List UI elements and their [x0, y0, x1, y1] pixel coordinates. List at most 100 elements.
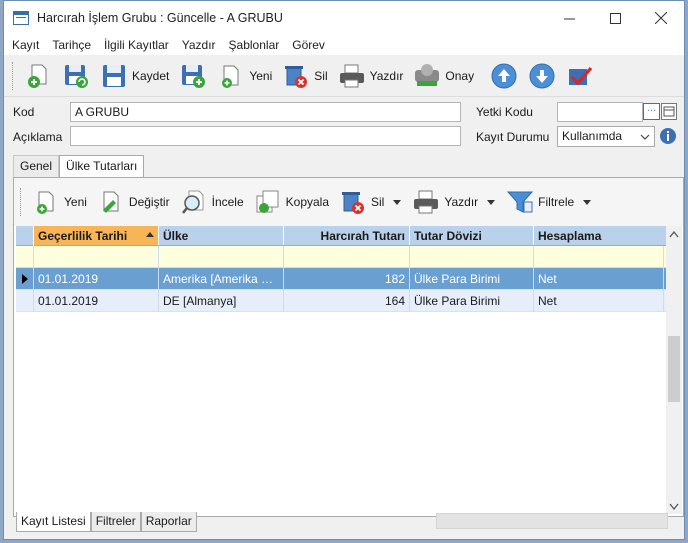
scroll-down-icon	[669, 503, 679, 510]
grid-delete-label: Sil	[371, 195, 385, 209]
grid-delete-button[interactable]: Sil	[339, 185, 402, 219]
cell-date[interactable]: 01.01.2019	[34, 267, 159, 290]
grid-print-button[interactable]: Yazdır	[412, 185, 496, 219]
dropdown-arrow-icon	[393, 200, 402, 205]
grid-toolbar: Yeni Değiştir İncele Kopyala Sil Yazdır …	[14, 178, 683, 226]
cell-country[interactable]: DE [Almanya]	[159, 289, 284, 312]
edit-page-icon	[102, 191, 119, 213]
cell-amount[interactable]: 182	[284, 267, 410, 290]
menu-gorev[interactable]: Görev	[292, 38, 325, 52]
grid-new-button[interactable]: Yeni	[32, 185, 87, 219]
grid-copy-button[interactable]: Kopyala	[254, 185, 329, 219]
table-row[interactable]: 01.01.2019 Amerika [Amerika Bi... 182 Ül…	[16, 267, 668, 290]
check-button[interactable]	[566, 59, 594, 93]
table-row[interactable]: 01.01.2019 DE [Almanya] 164 Ülke Para Bi…	[16, 289, 668, 312]
approve-label: Onay	[445, 68, 475, 83]
close-icon	[655, 12, 667, 24]
grid-inspect-button[interactable]: İncele	[180, 185, 244, 219]
next-record-button[interactable]	[528, 59, 556, 93]
menu-sablonlar[interactable]: Şablonlar	[229, 38, 280, 52]
save-refresh-icon	[65, 64, 88, 88]
minimize-icon	[563, 18, 575, 19]
cell-calc[interactable]: Net	[534, 267, 664, 290]
menu-kayit[interactable]: Kayıt	[12, 38, 39, 52]
info-icon[interactable]	[659, 127, 677, 145]
save-button[interactable]: Kaydet	[100, 59, 169, 93]
sort-ascending-icon	[146, 232, 154, 237]
new-page-icon	[37, 191, 54, 214]
cell-currency[interactable]: Ülke Para Birimi	[410, 267, 534, 290]
grid-filter-row[interactable]	[16, 246, 668, 268]
yetki-browse-button[interactable]: …	[643, 103, 660, 120]
kayit-durumu-value: Kullanımda	[562, 129, 623, 143]
grid-vertical-scrollbar[interactable]	[666, 226, 682, 514]
filter-cell[interactable]	[284, 246, 410, 268]
yetki-kodu-label: Yetki Kodu	[476, 105, 533, 119]
grid-toolbar-grip	[20, 188, 24, 216]
tab-strip: Genel Ülke Tutarları	[13, 155, 145, 178]
yetki-list-button[interactable]	[661, 103, 677, 120]
grid-filter-button[interactable]: Filtrele	[506, 185, 592, 219]
new-button[interactable]: Yeni	[217, 59, 272, 93]
window-title: Harcırah İşlem Grubu : Güncelle - A GRUB…	[37, 11, 283, 25]
approve-button[interactable]: Onay	[413, 59, 474, 93]
dropdown-arrow-icon	[487, 200, 496, 205]
window-app-icon	[13, 11, 29, 25]
grid-header: Geçerlilik Tarihi Ülke Harcırah Tutarı T…	[16, 226, 668, 246]
cell-date[interactable]: 01.01.2019	[34, 289, 159, 312]
grid-change-button[interactable]: Değiştir	[97, 185, 170, 219]
column-tutar-dovizi[interactable]: Tutar Dövizi	[410, 226, 534, 245]
new-label: Yeni	[249, 68, 273, 83]
printer-icon	[414, 190, 439, 214]
cell-country[interactable]: Amerika [Amerika Bi...	[159, 267, 284, 290]
grid-print-label: Yazdır	[444, 195, 479, 209]
yetki-kodu-input[interactable]	[557, 102, 643, 122]
print-label: Yazdır	[369, 68, 404, 83]
delete-button[interactable]: Sil	[282, 59, 328, 93]
close-button[interactable]	[638, 1, 684, 35]
dropdown-arrow-icon	[583, 200, 592, 205]
save-and-new-button[interactable]	[179, 59, 207, 93]
menu-ilgili-kayitlar[interactable]: İlgili Kayıtlar	[104, 38, 169, 52]
ulke-tutarlari-panel: Yeni Değiştir İncele Kopyala Sil Yazdır …	[13, 177, 684, 517]
magnifier-icon	[181, 190, 204, 214]
filter-cell[interactable]	[34, 246, 159, 268]
tab-kayit-listesi[interactable]: Kayıt Listesi	[16, 512, 91, 532]
header-indicator-cell	[16, 226, 34, 246]
tab-filtreler[interactable]: Filtreler	[90, 512, 141, 532]
column-harcirah-tutari[interactable]: Harcırah Tutarı	[284, 226, 410, 245]
cell-amount[interactable]: 164	[284, 289, 410, 312]
kayit-durumu-select[interactable]: Kullanımda	[557, 126, 655, 147]
print-button[interactable]: Yazdır	[338, 59, 404, 93]
maximize-button[interactable]	[592, 1, 638, 35]
minimize-button[interactable]	[546, 1, 592, 35]
column-ulke[interactable]: Ülke	[159, 226, 284, 245]
kayit-durumu-label: Kayıt Durumu	[476, 130, 550, 144]
new-record-button[interactable]	[24, 59, 52, 93]
filter-cell[interactable]	[159, 246, 284, 268]
tab-raporlar[interactable]: Raporlar	[140, 512, 197, 532]
previous-record-button[interactable]	[490, 59, 518, 93]
menu-tarihce[interactable]: Tarihçe	[52, 38, 91, 52]
menu-yazdir[interactable]: Yazdır	[182, 38, 216, 52]
tab-ulke-tutarlari[interactable]: Ülke Tutarları	[59, 155, 145, 178]
grid-new-label: Yeni	[64, 195, 87, 209]
arrow-down-icon	[529, 63, 555, 88]
cell-currency[interactable]: Ülke Para Birimi	[410, 289, 534, 312]
scrollbar-thumb[interactable]	[668, 336, 680, 402]
tab-genel[interactable]: Genel	[13, 155, 60, 177]
cell-calc[interactable]: Net	[534, 289, 664, 312]
filter-cell[interactable]	[534, 246, 664, 268]
main-window: Harcırah İşlem Grubu : Güncelle - A GRUB…	[3, 0, 685, 540]
new-page-icon	[222, 65, 239, 88]
maximize-icon	[609, 12, 621, 24]
filter-cell[interactable]	[410, 246, 534, 268]
aciklama-input[interactable]	[70, 126, 461, 146]
save-new-button[interactable]	[62, 59, 90, 93]
column-gecerlilik-tarihi[interactable]: Geçerlilik Tarihi	[34, 226, 159, 245]
kod-input[interactable]: A GRUBU	[70, 102, 461, 122]
form-area: Kod A GRUBU Açıklama Yetki Kodu … Kayıt …	[4, 98, 684, 154]
column-hesaplama[interactable]: Hesaplama	[534, 226, 664, 245]
aciklama-label: Açıklama	[13, 130, 63, 144]
filter-funnel-icon	[507, 191, 534, 213]
